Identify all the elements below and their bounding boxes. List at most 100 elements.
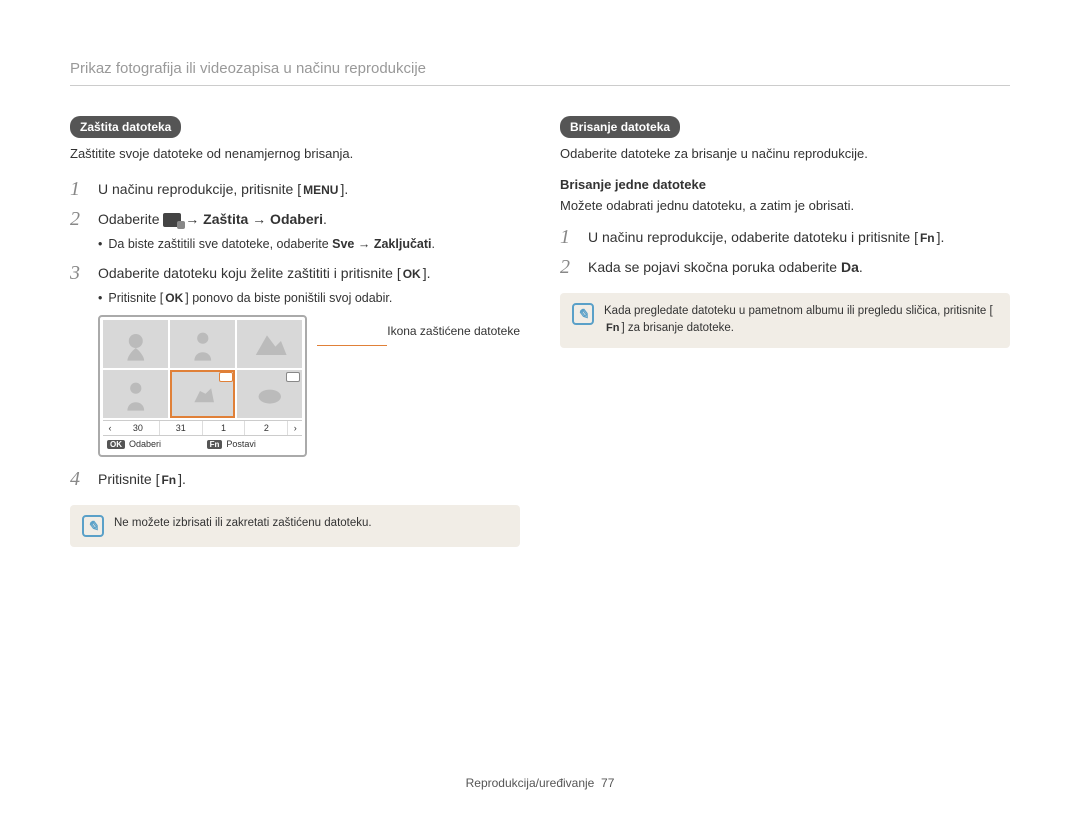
bullet-text: Da biste zaštitili sve datoteke, odaberi…: [108, 237, 332, 251]
person-icon: [180, 327, 226, 361]
ok-key-icon: OK: [107, 440, 125, 449]
step-text: U načinu reprodukcije, odaberite datotek…: [588, 229, 918, 245]
bullet-bold: Zaključati: [374, 237, 432, 251]
note-span: Kada pregledate datoteku u pametnom albu…: [604, 305, 993, 317]
protected-file-icon: [286, 372, 300, 382]
action-fn: Fn Postavi: [203, 436, 303, 452]
step-text: ].: [423, 265, 431, 281]
step-body: U načinu reprodukcije, pritisnite [MENU]…: [98, 177, 348, 200]
right-column: Brisanje datoteka Odaberite datoteke za …: [560, 116, 1010, 547]
step-bold: → Zaštita → Odaberi: [181, 211, 323, 227]
step-body: Odaberite → Zaštita → Odaberi.: [98, 207, 327, 230]
right-step-1: 1 U načinu reprodukcije, odaberite datot…: [560, 225, 1010, 249]
date-cell: 31: [160, 421, 203, 435]
date-bar: ‹ 30 31 1 2 ›: [103, 420, 302, 435]
action-bar: OK Odaberi Fn Postavi: [103, 435, 302, 452]
thumbnail: [237, 370, 302, 418]
left-step-2: 2 Odaberite → Zaštita → Odaberi.: [70, 207, 520, 231]
action-ok: OK Odaberi: [103, 436, 203, 452]
right-note-box: ✎ Kada pregledate datoteku u pametnom al…: [560, 293, 1010, 348]
step-body: Odaberite datoteku koju želite zaštititi…: [98, 261, 430, 284]
date-cell: 1: [203, 421, 246, 435]
action-label: Postavi: [226, 439, 256, 449]
step-text: ].: [340, 181, 348, 197]
callout-line: [317, 345, 387, 346]
bullet-text: ] ponovo da biste poništili svoj odabir.: [185, 291, 392, 305]
left-lead-text: Zaštitite svoje datoteke od nenamjernog …: [70, 146, 520, 161]
bullet-bold: Sve: [332, 237, 354, 251]
footer-page-number: 77: [601, 776, 614, 790]
fn-key-icon: Fn: [207, 440, 223, 449]
right-sublead: Možete odabrati jednu datoteku, a zatim …: [560, 198, 1010, 213]
flower-icon: [113, 327, 159, 361]
left-bullet-1: Da biste zaštitili sve datoteke, odaberi…: [98, 237, 520, 251]
menu-key: MENU: [301, 181, 340, 199]
settings-icon: [163, 213, 181, 227]
note-icon: ✎: [572, 303, 594, 325]
left-step-4: 4 Pritisnite [Fn].: [70, 467, 520, 491]
step-body: U načinu reprodukcije, odaberite datotek…: [588, 225, 944, 248]
right-step-2: 2 Kada se pojavi skočna poruka odaberite…: [560, 255, 1010, 279]
fn-key: Fn: [604, 320, 621, 337]
protected-file-icon: [219, 372, 233, 382]
date-cell: 30: [117, 421, 160, 435]
note-text: Ne možete izbrisati ili zakretati zaštić…: [114, 515, 372, 532]
callout-text: Ikona zaštićene datoteke: [387, 324, 520, 338]
person-icon: [113, 377, 159, 411]
left-column: Zaštita datoteka Zaštitite svoje datotek…: [70, 116, 520, 547]
step-text: .: [859, 259, 863, 275]
fn-key: Fn: [159, 471, 178, 489]
ok-key: OK: [401, 265, 423, 283]
page-header-title: Prikaz fotografija ili videozapisa u nač…: [70, 60, 1010, 77]
page-footer: Reprodukcija/uređivanje 77: [0, 776, 1080, 790]
thumbnail: [170, 320, 235, 368]
right-subheading: Brisanje jedne datoteke: [560, 177, 1010, 192]
note-icon: ✎: [82, 515, 104, 537]
step-number: 1: [560, 225, 578, 249]
callout: Ikona zaštićene datoteke: [317, 315, 520, 346]
right-section-pill: Brisanje datoteka: [560, 116, 680, 138]
left-note-box: ✎ Ne možete izbrisati ili zakretati zašt…: [70, 505, 520, 547]
bullet-text: →: [354, 237, 373, 251]
note-text: Kada pregledate datoteku u pametnom albu…: [604, 303, 998, 338]
animal-icon: [180, 377, 226, 411]
step-number: 2: [560, 255, 578, 279]
step-text: U načinu reprodukcije, pritisnite [: [98, 181, 301, 197]
step-number: 1: [70, 177, 88, 201]
step-text: ].: [937, 229, 945, 245]
thumbnail: [103, 320, 168, 368]
device-mock: ‹ 30 31 1 2 › OK Odaberi Fn: [98, 315, 307, 457]
two-column-layout: Zaštita datoteka Zaštitite svoje datotek…: [70, 116, 1010, 547]
right-lead-text: Odaberite datoteke za brisanje u načinu …: [560, 146, 1010, 161]
step-body: Kada se pojavi skočna poruka odaberite D…: [588, 255, 863, 278]
step-text: Odaberite: [98, 211, 163, 227]
mountain-icon: [247, 327, 293, 361]
bullet-text: .: [432, 237, 435, 251]
header-rule: [70, 85, 1010, 86]
left-bullet-2: Pritisnite [OK] ponovo da biste poništil…: [98, 291, 520, 305]
step-body: Pritisnite [Fn].: [98, 467, 186, 490]
step-text: Kada se pojavi skočna poruka odaberite: [588, 259, 841, 275]
step-number: 2: [70, 207, 88, 231]
prev-arrow-icon: ‹: [103, 421, 117, 435]
left-section-pill: Zaštita datoteka: [70, 116, 181, 138]
action-label: Odaberi: [129, 439, 161, 449]
thumbnail-grid: [103, 320, 302, 418]
ok-key: OK: [163, 291, 185, 305]
bullet-text: Pritisnite [: [108, 291, 163, 305]
left-step-3: 3 Odaberite datoteku koju želite zaštiti…: [70, 261, 520, 285]
step-text: ].: [178, 471, 186, 487]
footer-section: Reprodukcija/uređivanje: [466, 776, 595, 790]
step-text: .: [323, 211, 327, 227]
step-bold: Da: [841, 259, 859, 275]
note-span: ] za brisanje datoteke.: [621, 322, 734, 334]
device-screenshot-area: ‹ 30 31 1 2 › OK Odaberi Fn: [98, 315, 520, 457]
fn-key: Fn: [918, 229, 937, 247]
cloud-icon: [247, 377, 293, 411]
next-arrow-icon: ›: [288, 421, 302, 435]
thumbnail: [103, 370, 168, 418]
left-step-1: 1 U načinu reprodukcije, pritisnite [MEN…: [70, 177, 520, 201]
step-text: Odaberite datoteku koju želite zaštititi…: [98, 265, 401, 281]
date-cell: 2: [245, 421, 288, 435]
step-number: 3: [70, 261, 88, 285]
